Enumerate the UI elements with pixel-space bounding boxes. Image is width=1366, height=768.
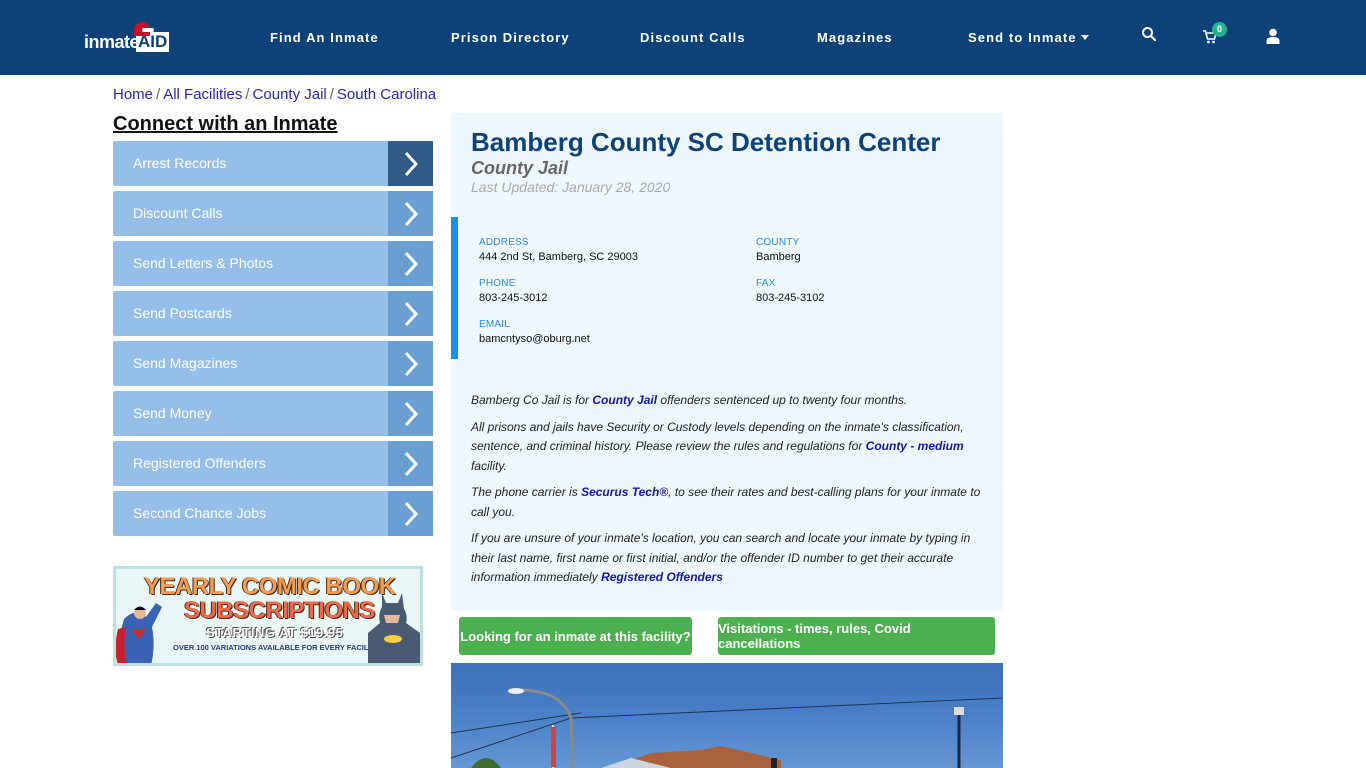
ad-subtext: OVER 100 VARIATIONS AVAILABLE FOR EVERY …: [173, 643, 381, 652]
sidebar-item-send-postcards[interactable]: Send Postcards: [113, 291, 433, 336]
top-navbar: inmate AID Find An Inmate Prison Directo…: [0, 0, 1366, 75]
chevron-right-icon: [388, 341, 433, 386]
breadcrumb-south-carolina[interactable]: South Carolina: [337, 86, 436, 103]
breadcrumb-all-facilities[interactable]: All Facilities: [163, 86, 242, 103]
description-paragraph: If you are unsure of your inmate's locat…: [471, 529, 986, 588]
text: Bamberg Co Jail is for: [471, 393, 593, 407]
email-value[interactable]: bamcntyso@oburg.net: [479, 333, 590, 345]
nav-send-to-inmate-label: Send to Inmate: [968, 30, 1077, 45]
facility-type: County Jail: [471, 158, 569, 178]
sidebar-menu: Arrest Records Discount Calls Send Letters…: [113, 141, 433, 541]
link-registered-offenders[interactable]: Registered Offenders: [601, 570, 723, 584]
county-value: Bamberg: [756, 251, 801, 263]
sidebar-item-label: Send Letters & Photos: [133, 255, 274, 271]
batman-image: [368, 593, 420, 663]
address-label: ADDRESS: [479, 237, 529, 248]
santa-hat-icon: [134, 22, 154, 36]
link-county-jail[interactable]: County Jail: [592, 393, 657, 407]
logo-text: inmate: [84, 32, 140, 52]
sidebar-item-send-letters-photos[interactable]: Send Letters & Photos: [113, 241, 433, 286]
nav-discount-calls[interactable]: Discount Calls: [640, 30, 746, 45]
link-county-medium[interactable]: County - medium: [866, 439, 964, 453]
breadcrumb-county-jail[interactable]: County Jail: [253, 86, 327, 103]
cart-count-badge: 0: [1212, 22, 1227, 37]
nav-magazines[interactable]: Magazines: [817, 30, 893, 45]
search-icon[interactable]: [1141, 26, 1159, 46]
description-paragraph: All prisons and jails have Security or C…: [471, 418, 986, 477]
phone-value[interactable]: 803-245-3012: [479, 292, 548, 304]
phone-label: PHONE: [479, 278, 516, 289]
comic-subscription-ad[interactable]: YEARLY COMIC BOOK SUBSCRIPTIONS STARTING…: [113, 566, 423, 666]
sidebar-title: Connect with an Inmate: [113, 113, 338, 135]
chevron-right-icon: [388, 291, 433, 336]
chevron-right-icon: [388, 191, 433, 236]
facility-panel: Bamberg County SC Detention Center Count…: [451, 113, 1003, 610]
sidebar-item-label: Send Postcards: [133, 305, 232, 321]
sidebar-item-label: Second Chance Jobs: [133, 505, 267, 521]
visitations-button[interactable]: Visitations - times, rules, Covid cancel…: [718, 617, 995, 655]
breadcrumb-separator: /: [329, 86, 334, 103]
sidebar-item-label: Registered Offenders: [133, 455, 266, 471]
sidebar-item-arrest-records[interactable]: Arrest Records: [113, 141, 433, 186]
facility-info-box: ADDRESS 444 2nd St, Bamberg, SC 29003 CO…: [451, 217, 1003, 359]
sidebar-item-discount-calls[interactable]: Discount Calls: [113, 191, 433, 236]
breadcrumb-separator: /: [156, 86, 161, 103]
chevron-right-icon: [388, 441, 433, 486]
fax-label: FAX: [756, 278, 776, 289]
superman-image: [116, 603, 162, 663]
inmateaid-logo[interactable]: inmate AID: [84, 22, 180, 56]
chevron-right-icon: [388, 391, 433, 436]
find-inmate-at-facility-button[interactable]: Looking for an inmate at this facility?: [459, 617, 692, 655]
breadcrumb-separator: /: [245, 86, 250, 103]
text: offenders sentenced up to twenty four mo…: [657, 393, 908, 407]
sidebar-item-label: Discount Calls: [133, 205, 223, 221]
facility-photo: [451, 663, 1003, 768]
breadcrumb: Home / All Facilities / County Jail / South Ca…: [113, 86, 436, 103]
facility-photo-scene: [451, 688, 1003, 768]
link-securus-tech[interactable]: Securus Tech®: [581, 485, 668, 499]
fax-value: 803-245-3102: [756, 292, 825, 304]
chevron-right-icon: [388, 141, 433, 186]
description-paragraph: The phone carrier is Securus Tech®, to s…: [471, 483, 986, 522]
sidebar-item-label: Send Magazines: [133, 355, 238, 371]
sidebar-item-second-chance-jobs[interactable]: Second Chance Jobs: [113, 491, 433, 536]
nav-send-to-inmate[interactable]: Send to Inmate: [968, 30, 1089, 45]
chevron-right-icon: [388, 241, 433, 286]
nav-prison-directory[interactable]: Prison Directory: [451, 30, 570, 45]
sidebar-item-send-money[interactable]: Send Money: [113, 391, 433, 436]
nav-find-an-inmate[interactable]: Find An Inmate: [270, 30, 379, 45]
user-icon[interactable]: [1266, 28, 1284, 48]
email-label: EMAIL: [479, 319, 511, 330]
description-paragraph: Bamberg Co Jail is for County Jail offen…: [471, 391, 986, 411]
county-label: COUNTY: [756, 237, 800, 248]
last-updated: Last Updated: January 28, 2020: [471, 179, 671, 195]
sidebar-item-registered-offenders[interactable]: Registered Offenders: [113, 441, 433, 486]
address-value: 444 2nd St, Bamberg, SC 29003: [479, 251, 638, 263]
sidebar-item-send-magazines[interactable]: Send Magazines: [113, 341, 433, 386]
sidebar-item-label: Arrest Records: [133, 155, 227, 171]
caret-down-icon: [1080, 35, 1089, 40]
chevron-right-icon: [388, 491, 433, 536]
ad-headline-2: SUBSCRIPTIONS: [184, 597, 375, 624]
ad-price: STARTING AT $19.95: [206, 625, 344, 640]
text: facility.: [471, 458, 507, 473]
facility-title: Bamberg County SC Detention Center: [471, 127, 941, 157]
breadcrumb-home[interactable]: Home: [113, 86, 153, 103]
sidebar-item-label: Send Money: [133, 405, 212, 421]
facility-description: Bamberg Co Jail is for County Jail offen…: [471, 391, 986, 595]
text: The phone carrier is: [471, 485, 582, 499]
